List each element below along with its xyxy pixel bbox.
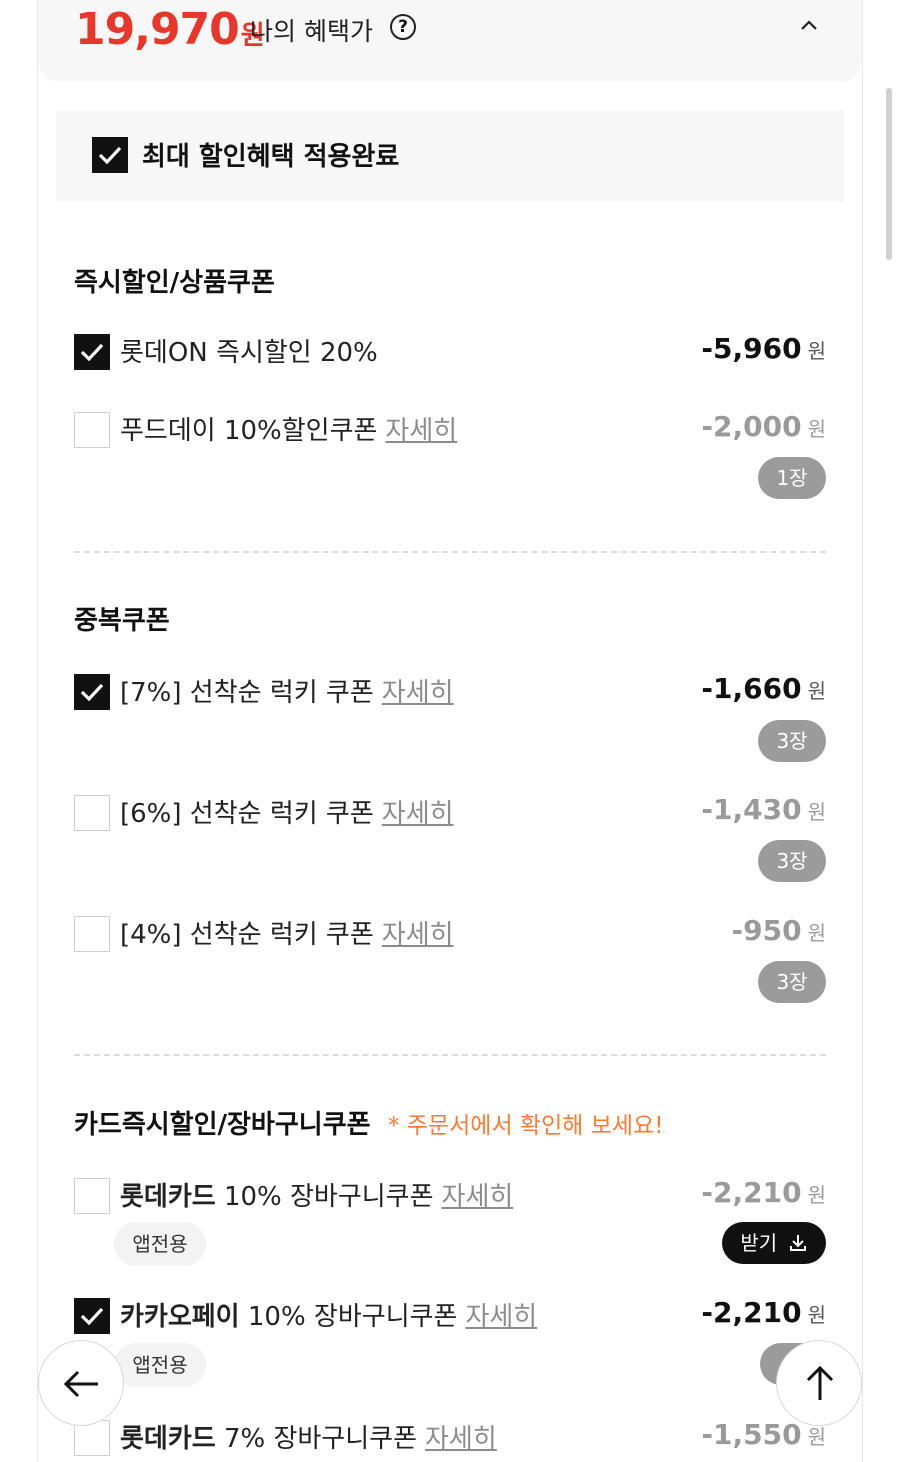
detail-link[interactable]: 자세히 <box>465 1302 537 1332</box>
download-icon <box>789 1235 806 1251</box>
coupon-amount: -1,660 원 <box>701 672 826 705</box>
max-discount-label: 최대 할인혜택 적용완료 <box>142 142 400 172</box>
section-note: * 주문서에서 확인해 보세요! <box>388 1113 664 1139</box>
arrow-up-icon <box>806 1365 834 1400</box>
detail-link[interactable]: 자세히 <box>382 920 454 950</box>
coupon-count-badge: 3장 <box>758 720 826 762</box>
coupon-amount: -950 원 <box>731 914 826 947</box>
detail-link[interactable]: 자세히 <box>382 678 454 708</box>
coupon-label: 롯데카드 7% 장바구니쿠폰 자세히 <box>120 1424 497 1454</box>
frame-border-left <box>37 0 38 1462</box>
scroll-top-button[interactable] <box>776 1340 862 1426</box>
coupon-checkbox[interactable] <box>74 1178 110 1214</box>
section-title-card: 카드즉시할인/장바구니쿠폰 <box>74 1110 371 1140</box>
coupon-amount: -2,000 원 <box>701 410 826 443</box>
max-discount-checkbox[interactable] <box>92 137 128 173</box>
coupon-checkbox[interactable] <box>74 674 110 710</box>
coupon-label: [6%] 선착순 럭키 쿠폰 자세히 <box>120 799 454 829</box>
section-title-stack: 중복쿠폰 <box>74 606 170 636</box>
coupon-row: [7%] 선착순 럭키 쿠폰 자세히 -1,660 원 <box>74 672 826 712</box>
coupon-checkbox[interactable] <box>74 412 110 448</box>
coupon-row: 롯데카드 10% 장바구니쿠폰 자세히 -2,210 원 <box>74 1176 826 1216</box>
back-button[interactable] <box>38 1340 124 1426</box>
frame-border-right <box>862 0 863 1462</box>
coupon-row: [4%] 선착순 럭키 쿠폰 자세히 -950 원 <box>74 914 826 954</box>
coupon-label: 푸드데이 10%할인쿠폰 자세히 <box>120 416 458 446</box>
app-only-tag: 앱전용 <box>114 1343 206 1387</box>
check-icon <box>98 146 122 165</box>
section-title-instant: 즉시할인/상품쿠폰 <box>74 268 275 298</box>
receive-coupon-button[interactable]: 받기 <box>722 1222 826 1264</box>
coupon-amount: -5,960 원 <box>701 332 826 365</box>
benefit-price: 19,970원 <box>75 4 265 55</box>
help-icon[interactable]: ? <box>390 14 416 40</box>
detail-link[interactable]: 자세히 <box>382 799 454 829</box>
coupon-label: [4%] 선착순 럭키 쿠폰 자세히 <box>120 920 454 950</box>
coupon-label: [7%] 선착순 럭키 쿠폰 자세히 <box>120 678 454 708</box>
chevron-up-icon[interactable] <box>798 14 820 36</box>
coupon-row: 카카오페이 10% 장바구니쿠폰 자세히 -2,210 원 <box>74 1296 826 1336</box>
coupon-amount: -1,430 원 <box>701 793 826 826</box>
max-discount-banner[interactable]: 최대 할인혜택 적용완료 <box>56 110 844 202</box>
coupon-label: 롯데카드 10% 장바구니쿠폰 자세히 <box>120 1182 514 1212</box>
coupon-label: 카카오페이 10% 장바구니쿠폰 자세히 <box>120 1302 538 1332</box>
coupon-row: 롯데ON 즉시할인 20% -5,960 원 <box>74 332 826 372</box>
coupon-count-badge: 3장 <box>758 961 826 1003</box>
coupon-checkbox[interactable] <box>74 1298 110 1334</box>
coupon-checkbox[interactable] <box>74 334 110 370</box>
benefit-price-header[interactable]: 19,970원 나의 혜택가 ? <box>38 0 862 82</box>
benefit-price-label: 나의 혜택가 <box>250 17 373 46</box>
coupon-amount: -2,210 원 <box>701 1176 826 1209</box>
detail-link[interactable]: 자세히 <box>385 416 457 446</box>
detail-link[interactable]: 자세히 <box>442 1182 514 1212</box>
coupon-count-badge: 1장 <box>758 457 826 499</box>
coupon-count-badge: 3장 <box>758 840 826 882</box>
check-icon <box>80 683 104 702</box>
coupon-checkbox[interactable] <box>74 916 110 952</box>
app-only-tag: 앱전용 <box>114 1222 206 1266</box>
coupon-row: [6%] 선착순 럭키 쿠폰 자세히 -1,430 원 <box>74 793 826 833</box>
detail-link[interactable]: 자세히 <box>425 1424 497 1454</box>
section-divider <box>74 551 826 553</box>
coupon-label: 롯데ON 즉시할인 20% <box>120 338 378 368</box>
check-icon <box>80 343 104 362</box>
coupon-row: 푸드데이 10%할인쿠폰 자세히 -2,000 원 <box>74 410 826 450</box>
coupon-row: 롯데카드 7% 장바구니쿠폰 자세히 -1,550 원 <box>74 1418 826 1458</box>
coupon-checkbox[interactable] <box>74 795 110 831</box>
arrow-left-icon <box>63 1370 98 1398</box>
coupon-amount: -2,210 원 <box>701 1296 826 1329</box>
check-icon <box>80 1307 104 1326</box>
section-divider <box>74 1054 826 1056</box>
scrollbar-thumb[interactable] <box>886 88 892 260</box>
